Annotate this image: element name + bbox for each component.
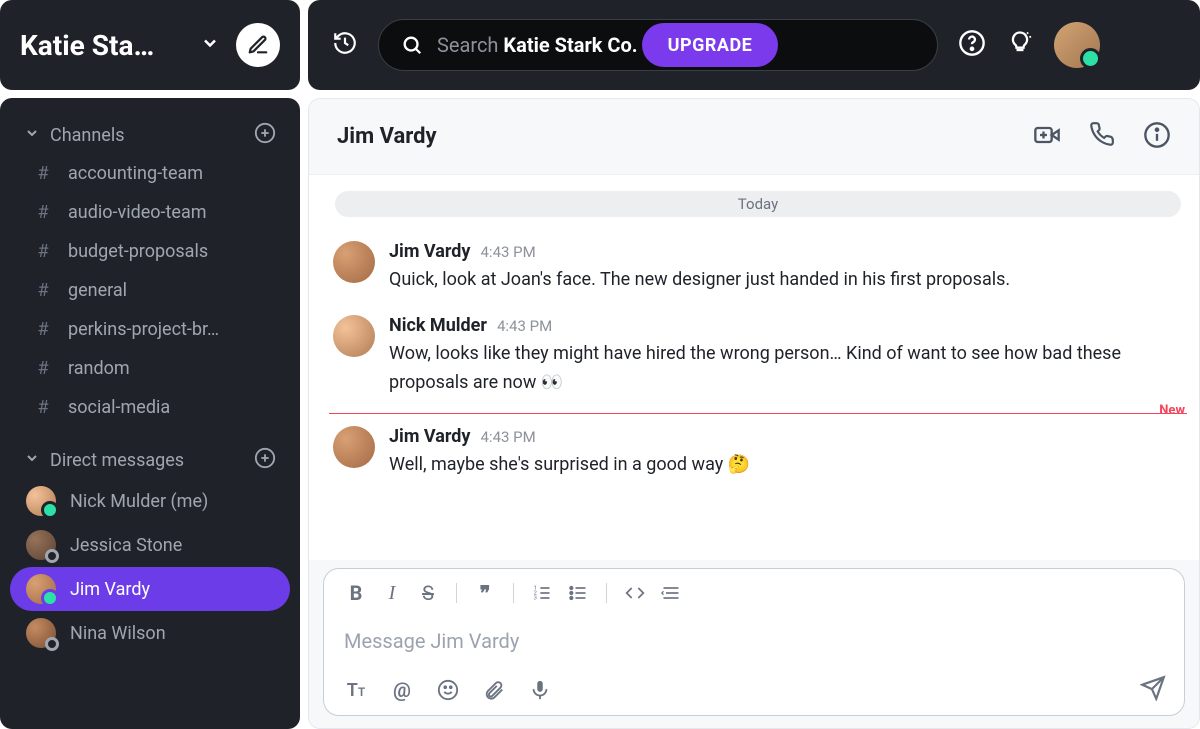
video-call-icon[interactable]: [1033, 121, 1061, 153]
message-input[interactable]: [344, 621, 1164, 661]
message-text: Well, maybe she's surprised in a good wa…: [389, 451, 1179, 480]
search-placeholder: Search Katie Stark Co.: [437, 33, 638, 57]
channels-label: Channels: [50, 125, 254, 146]
attachment-icon[interactable]: [480, 679, 508, 701]
emoji-icon[interactable]: [434, 679, 462, 701]
hash-icon: #: [34, 397, 52, 418]
hash-icon: #: [34, 163, 52, 184]
svg-text:3: 3: [534, 596, 537, 602]
hash-icon: #: [34, 241, 52, 262]
avatar: [26, 574, 56, 604]
avatar: [333, 241, 375, 283]
message-author: Jim Vardy: [389, 426, 471, 447]
info-icon[interactable]: [1143, 121, 1171, 153]
channel-name: budget-proposals: [68, 241, 208, 262]
message-text: Wow, looks like they might have hired th…: [389, 340, 1179, 398]
channel-name: audio-video-team: [68, 202, 207, 223]
sidebar-dm[interactable]: Nick Mulder (me): [10, 479, 290, 523]
message: Jim Vardy 4:43 PM Quick, look at Joan's fa…: [329, 235, 1187, 309]
avatar: [26, 530, 56, 560]
sidebar-dm[interactable]: Nina Wilson: [10, 611, 290, 655]
search-input[interactable]: Search Katie Stark Co. UPGRADE: [378, 19, 938, 71]
dms-label: Direct messages: [50, 450, 254, 471]
sidebar-channel[interactable]: # general: [10, 271, 290, 310]
message-author: Nick Mulder: [389, 315, 487, 336]
channels-section-header[interactable]: Channels: [10, 116, 290, 154]
text-format-toggle-icon[interactable]: TT: [342, 680, 370, 701]
hash-icon: #: [34, 202, 52, 223]
composer-bottom-toolbar: TT @: [324, 665, 1184, 715]
sidebar-channel[interactable]: # random: [10, 349, 290, 388]
conversation-header: Jim Vardy: [309, 99, 1199, 175]
workspace-switcher[interactable]: Katie Sta…: [0, 0, 300, 90]
dm-name: Jessica Stone: [70, 535, 182, 556]
upgrade-button[interactable]: UPGRADE: [642, 23, 779, 67]
code-button[interactable]: [621, 583, 649, 603]
chevron-down-icon: [24, 125, 40, 145]
bold-button[interactable]: B: [342, 581, 370, 605]
dms-section-header[interactable]: Direct messages: [10, 441, 290, 479]
avatar: [26, 486, 56, 516]
hash-icon: #: [34, 358, 52, 379]
sidebar-channel[interactable]: # accounting-team: [10, 154, 290, 193]
avatar: [333, 315, 375, 357]
strike-button[interactable]: S: [414, 581, 442, 605]
message-time: 4:43 PM: [481, 428, 536, 446]
header-bar: Search Katie Stark Co. UPGRADE: [308, 0, 1200, 90]
sidebar-dm[interactable]: Jessica Stone: [10, 523, 290, 567]
phone-call-icon[interactable]: [1089, 121, 1115, 153]
channel-name: social-media: [68, 397, 170, 418]
workspace-name: Katie Sta…: [20, 29, 184, 62]
conversation-title: Jim Vardy: [337, 124, 437, 149]
add-channel-icon[interactable]: [254, 122, 276, 148]
sidebar-channel[interactable]: # budget-proposals: [10, 232, 290, 271]
channel-name: perkins-project-br…: [68, 319, 219, 340]
message: Jim Vardy 4:43 PM Well, maybe she's surpri…: [329, 420, 1187, 494]
help-icon[interactable]: [958, 29, 986, 61]
channel-name: accounting-team: [68, 163, 203, 184]
user-avatar[interactable]: [1054, 22, 1100, 68]
dm-name: Nick Mulder (me): [70, 491, 208, 512]
dm-name: Jim Vardy: [70, 579, 150, 600]
unordered-list-button[interactable]: [564, 583, 592, 603]
sidebar-dm[interactable]: Jim Vardy: [10, 567, 290, 611]
message-composer: B I S ❞ 123 TT @: [323, 568, 1185, 716]
quote-button[interactable]: ❞: [471, 581, 499, 605]
mention-icon[interactable]: @: [388, 678, 416, 702]
italic-button[interactable]: I: [378, 582, 406, 605]
chevron-down-icon: [200, 33, 220, 57]
avatar: [26, 618, 56, 648]
code-block-button[interactable]: [657, 583, 685, 603]
avatar: [333, 426, 375, 468]
conversation-actions: [1033, 121, 1171, 153]
message-time: 4:43 PM: [481, 243, 536, 261]
format-toolbar: B I S ❞ 123: [324, 569, 1184, 617]
chevron-down-icon: [24, 450, 40, 470]
add-dm-icon[interactable]: [254, 447, 276, 473]
message-scroll[interactable]: Today Jim Vardy 4:43 PM Quick, look at Joa…: [309, 175, 1199, 560]
microphone-icon[interactable]: [526, 679, 554, 701]
sidebar-channel[interactable]: # perkins-project-br…: [10, 310, 290, 349]
hash-icon: #: [34, 280, 52, 301]
sidebar-channel[interactable]: # social-media: [10, 388, 290, 427]
edit-button[interactable]: [236, 23, 280, 67]
dm-name: Nina Wilson: [70, 623, 166, 644]
sidebar-channel[interactable]: # audio-video-team: [10, 193, 290, 232]
conversation-panel: Jim Vardy Today Jim Vardy 4:43 PM Quick, l…: [308, 98, 1200, 729]
message-time: 4:43 PM: [497, 317, 552, 335]
channel-name: general: [68, 280, 127, 301]
message-text: Quick, look at Joan's face. The new desi…: [389, 266, 1179, 295]
history-icon[interactable]: [332, 30, 358, 60]
channel-name: random: [68, 358, 130, 379]
lightbulb-icon[interactable]: [1006, 29, 1034, 61]
new-messages-divider: New: [329, 413, 1187, 414]
sidebar: Channels # accounting-team # audio-video-te…: [0, 98, 300, 729]
hash-icon: #: [34, 319, 52, 340]
day-divider: Today: [335, 191, 1181, 217]
message: Nick Mulder 4:43 PM Wow, looks like they m…: [329, 309, 1187, 412]
message-author: Jim Vardy: [389, 241, 471, 262]
ordered-list-button[interactable]: 123: [528, 583, 556, 603]
send-button[interactable]: [1140, 675, 1166, 705]
